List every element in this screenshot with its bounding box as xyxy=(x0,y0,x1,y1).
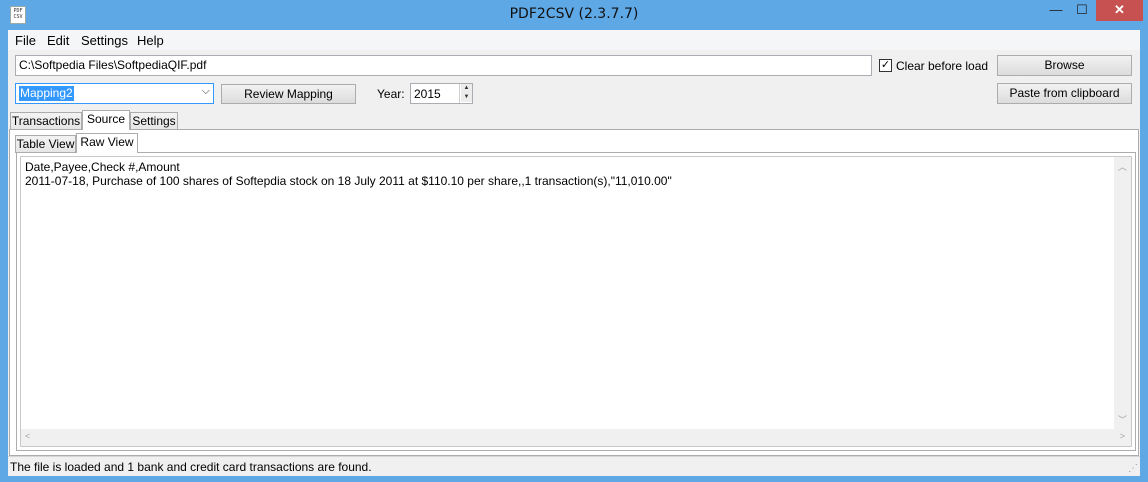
mapping-selected-value: Mapping2 xyxy=(19,86,74,101)
spinner-buttons: ▲ ▼ xyxy=(459,84,472,103)
menu-help[interactable]: Help xyxy=(137,33,164,48)
year-spinner[interactable]: 2015 ▲ ▼ xyxy=(410,83,473,104)
raw-view-panel: Date,Payee,Check #,Amount 2011-07-18, Pu… xyxy=(16,152,1136,451)
status-message: The file is loaded and 1 bank and credit… xyxy=(10,460,372,474)
checkbox-check-icon[interactable]: ✓ xyxy=(879,59,892,72)
horizontal-scrollbar[interactable]: < > xyxy=(21,429,1131,446)
tab-source[interactable]: Source xyxy=(82,110,130,130)
source-tab-panel: Table View Raw View Date,Payee,Check #,A… xyxy=(9,129,1139,456)
tab-raw-view[interactable]: Raw View xyxy=(76,133,138,153)
maximize-button[interactable]: ☐ xyxy=(1069,0,1095,21)
title-bar[interactable]: PDF CSV PDF2CSV (2.3.7.7) — ☐ ✕ xyxy=(0,0,1148,30)
raw-line-1: 2011-07-18, Purchase of 100 shares of So… xyxy=(25,174,672,188)
tab-transactions[interactable]: Transactions xyxy=(10,112,82,130)
chevron-down-icon[interactable]: ⌵ xyxy=(202,85,210,98)
browse-button[interactable]: Browse xyxy=(997,55,1132,76)
scroll-left-icon[interactable]: < xyxy=(25,431,30,441)
menu-file[interactable]: File xyxy=(15,33,36,48)
menu-settings[interactable]: Settings xyxy=(81,33,128,48)
raw-text-area[interactable]: Date,Payee,Check #,Amount 2011-07-18, Pu… xyxy=(20,156,1132,447)
vertical-scrollbar[interactable]: ︿ ﹀ xyxy=(1114,157,1131,429)
mapping-select[interactable]: Mapping2 ⌵ xyxy=(15,83,214,104)
clear-before-load-label: Clear before load xyxy=(896,59,989,73)
close-button[interactable]: ✕ xyxy=(1096,0,1143,21)
triangle-down-icon[interactable]: ▼ xyxy=(461,93,472,102)
menu-edit[interactable]: Edit xyxy=(47,33,69,48)
tab-table-view[interactable]: Table View xyxy=(15,135,76,153)
scroll-right-icon[interactable]: > xyxy=(1120,431,1125,441)
scroll-down-icon[interactable]: ﹀ xyxy=(1118,413,1127,426)
resize-grip-icon[interactable]: ⋰ xyxy=(1128,463,1138,474)
main-tabs: Transactions Source Settings xyxy=(8,110,1140,130)
raw-line-header: Date,Payee,Check #,Amount xyxy=(25,160,180,174)
file-path-input[interactable]: C:\Softpedia Files\SoftpediaQIF.pdf xyxy=(15,55,872,76)
menu-bar: File Edit Settings Help xyxy=(8,30,1140,50)
year-value[interactable]: 2015 xyxy=(414,87,441,101)
window-title: PDF2CSV (2.3.7.7) xyxy=(509,6,639,22)
status-bar: The file is loaded and 1 bank and credit… xyxy=(8,456,1140,476)
tab-settings[interactable]: Settings xyxy=(130,112,178,130)
triangle-up-icon[interactable]: ▲ xyxy=(461,84,472,93)
scroll-up-icon[interactable]: ︿ xyxy=(1118,160,1127,173)
paste-from-clipboard-button[interactable]: Paste from clipboard xyxy=(997,83,1132,104)
app-window: PDF CSV PDF2CSV (2.3.7.7) — ☐ ✕ File Edi… xyxy=(0,0,1148,482)
year-label: Year: xyxy=(377,87,405,101)
source-view-tabs: Table View Raw View xyxy=(10,133,1130,153)
client-area: File Edit Settings Help C:\Softpedia Fil… xyxy=(8,30,1140,476)
review-mapping-button[interactable]: Review Mapping xyxy=(221,84,356,104)
minimize-button[interactable]: — xyxy=(1043,0,1069,21)
